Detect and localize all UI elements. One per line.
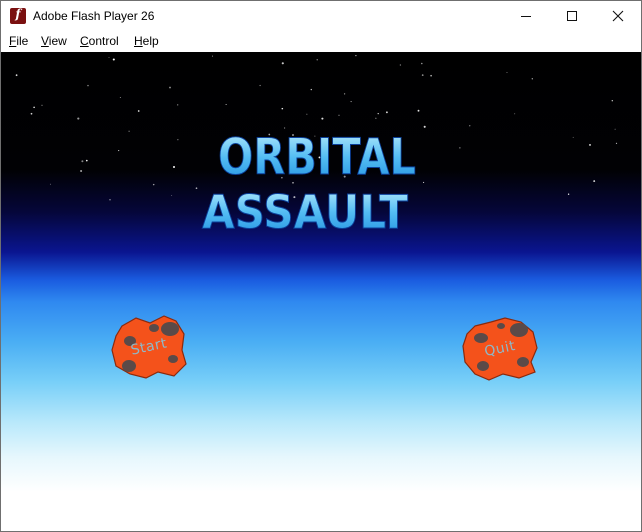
star bbox=[109, 199, 111, 201]
game-stage[interactable]: ORBITAL ASSAULT Start Quit bbox=[1, 52, 641, 531]
star bbox=[177, 104, 179, 106]
star bbox=[355, 54, 357, 57]
star bbox=[316, 59, 318, 61]
minimize-icon bbox=[521, 16, 531, 17]
star bbox=[85, 159, 88, 162]
title-line-2: ASSAULT bbox=[202, 185, 409, 238]
star bbox=[469, 125, 471, 127]
star bbox=[567, 193, 570, 195]
star bbox=[281, 107, 284, 110]
star bbox=[30, 112, 33, 115]
star bbox=[281, 62, 284, 65]
close-button[interactable] bbox=[595, 1, 641, 31]
star bbox=[137, 110, 140, 112]
flash-player-window: f Adobe Flash Player 26 File View Contro… bbox=[0, 0, 642, 532]
star bbox=[338, 114, 340, 116]
star bbox=[306, 113, 308, 115]
star bbox=[385, 111, 388, 114]
star bbox=[119, 97, 121, 99]
star bbox=[173, 166, 175, 168]
star bbox=[421, 74, 424, 76]
title-bar[interactable]: f Adobe Flash Player 26 bbox=[1, 1, 641, 32]
star bbox=[169, 86, 171, 89]
star bbox=[212, 55, 214, 57]
star bbox=[459, 147, 461, 149]
star bbox=[343, 93, 346, 95]
star bbox=[572, 136, 574, 138]
star bbox=[81, 160, 84, 163]
menu-view[interactable]: View bbox=[41, 34, 67, 48]
star bbox=[77, 117, 80, 120]
minimize-button[interactable] bbox=[503, 1, 549, 31]
star bbox=[611, 99, 614, 102]
star bbox=[430, 74, 432, 77]
star bbox=[593, 180, 596, 183]
maximize-button[interactable] bbox=[549, 1, 595, 31]
star bbox=[310, 88, 312, 91]
star bbox=[375, 117, 377, 119]
menu-control[interactable]: Control bbox=[80, 34, 119, 48]
star bbox=[128, 130, 130, 132]
star bbox=[112, 58, 115, 61]
game-title-logo: ORBITAL ASSAULT bbox=[202, 128, 417, 239]
star bbox=[152, 183, 155, 186]
star bbox=[15, 74, 18, 77]
star bbox=[171, 195, 173, 196]
menu-bar: File View Control Help bbox=[1, 32, 641, 52]
start-button[interactable]: Start bbox=[110, 314, 188, 380]
star bbox=[399, 64, 402, 66]
star bbox=[80, 169, 83, 173]
star bbox=[506, 71, 508, 74]
star bbox=[417, 109, 420, 112]
flash-player-icon: f bbox=[10, 7, 26, 24]
star bbox=[321, 117, 324, 120]
window-title: Adobe Flash Player 26 bbox=[33, 9, 155, 23]
star bbox=[514, 113, 516, 115]
maximize-icon bbox=[567, 11, 577, 21]
star bbox=[41, 104, 43, 106]
star bbox=[118, 150, 120, 152]
star bbox=[615, 142, 618, 145]
title-line-1: ORBITAL bbox=[218, 128, 416, 186]
star bbox=[531, 78, 533, 80]
star bbox=[87, 84, 89, 87]
star bbox=[377, 113, 379, 115]
star bbox=[614, 128, 616, 130]
star bbox=[177, 139, 179, 141]
star bbox=[108, 57, 110, 59]
star bbox=[350, 101, 352, 103]
star bbox=[589, 143, 591, 146]
menu-file[interactable]: File bbox=[9, 34, 28, 48]
star bbox=[33, 106, 35, 109]
star bbox=[225, 104, 227, 105]
star bbox=[49, 183, 51, 185]
quit-button[interactable]: Quit bbox=[461, 316, 539, 382]
close-icon bbox=[612, 10, 624, 22]
menu-help[interactable]: Help bbox=[134, 34, 159, 48]
star bbox=[259, 84, 261, 87]
star bbox=[421, 62, 423, 65]
